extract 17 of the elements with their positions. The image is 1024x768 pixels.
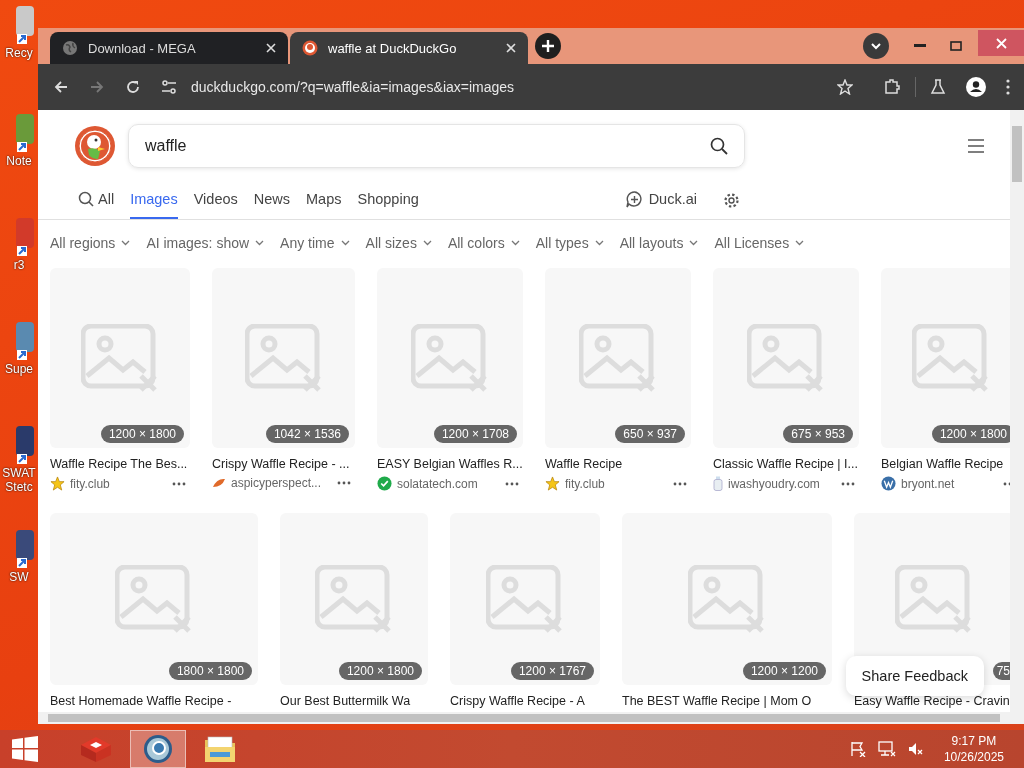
dimensions-badge: 1200 × 1800 (100, 425, 184, 443)
dimensions-badge: 1200 × 1708 (433, 425, 517, 443)
desktop-icon-label: Supe (4, 362, 34, 376)
dimensions-badge: 1042 × 1536 (265, 425, 349, 443)
desktop-icon-label: r3 (12, 258, 26, 272)
dimensions-badge: 675 × 953 (783, 425, 853, 443)
dimensions-badge: 1200 × 1200 (742, 662, 826, 680)
dimensions-badge: 75 (992, 662, 1010, 680)
desktop-icon-label: SW (8, 570, 30, 584)
dimensions-badge: 1200 × 1800 (338, 662, 422, 680)
desktop-icon-label: Recy (4, 46, 34, 60)
desktop-icon-label: SWAT Stetc (1, 466, 37, 494)
dimensions-badge: 1200 × 1767 (510, 662, 594, 680)
desktop-icon-label: Note (5, 154, 33, 168)
dimensions-badge: 1800 × 1800 (168, 662, 252, 680)
dimensions-badge: 650 × 937 (615, 425, 685, 443)
dimensions-badge: 1200 × 1800 (931, 425, 1010, 443)
